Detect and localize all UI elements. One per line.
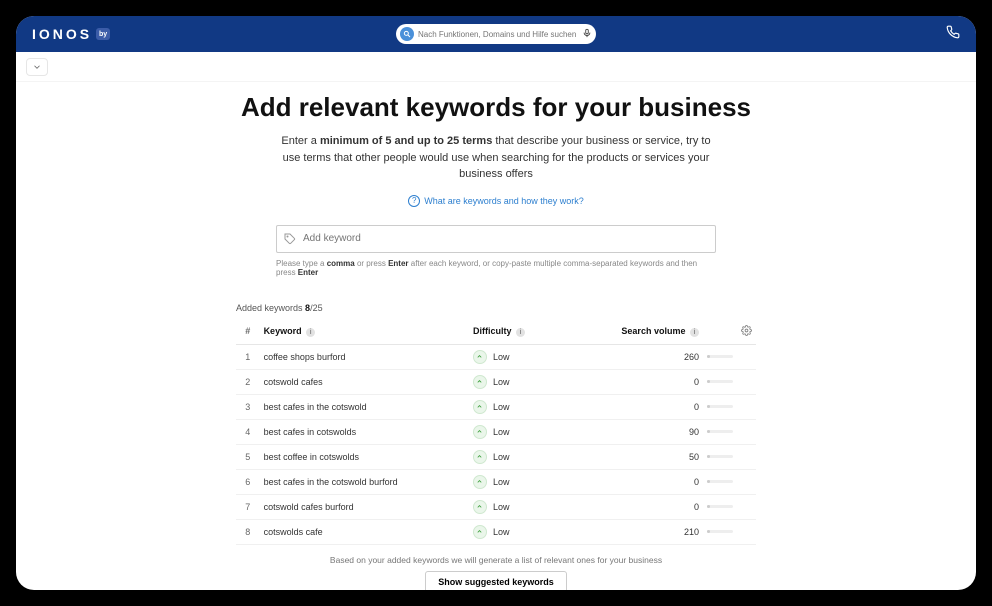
keywords-table-section: Added keywords 8/25 # Keyword i Difficul… <box>236 303 756 591</box>
row-number: 7 <box>236 494 260 519</box>
table-row[interactable]: 7cotswold cafes burfordLow0 <box>236 494 756 519</box>
row-difficulty: Low <box>469 419 586 444</box>
col-header-difficulty[interactable]: Difficulty i <box>469 319 586 345</box>
row-keyword: best cafes in the cotswold burford <box>260 469 469 494</box>
row-difficulty: Low <box>469 369 586 394</box>
app-frame: IONOS by Add relevant keywords for your … <box>16 16 976 590</box>
row-volume: 0 <box>586 369 703 394</box>
table-row[interactable]: 5best coffee in cotswoldsLow50 <box>236 444 756 469</box>
row-keyword: cotswolds cafe <box>260 519 469 544</box>
difficulty-low-icon <box>473 375 487 389</box>
row-keyword: coffee shops burford <box>260 344 469 369</box>
row-volume: 50 <box>586 444 703 469</box>
row-difficulty: Low <box>469 394 586 419</box>
question-icon: ? <box>408 195 420 207</box>
row-number: 6 <box>236 469 260 494</box>
row-number: 3 <box>236 394 260 419</box>
col-header-keyword[interactable]: Keyword i <box>260 319 469 345</box>
row-keyword: cotswold cafes burford <box>260 494 469 519</box>
info-icon[interactable]: i <box>306 328 315 337</box>
row-volume: 0 <box>586 469 703 494</box>
top-bar: IONOS by <box>16 16 976 52</box>
toolbar-expand-button[interactable] <box>26 58 48 76</box>
row-keyword: best coffee in cotswolds <box>260 444 469 469</box>
row-volume-bar <box>703 494 737 519</box>
row-volume-bar <box>703 394 737 419</box>
search-input[interactable] <box>418 30 578 39</box>
difficulty-low-icon <box>473 475 487 489</box>
row-volume: 210 <box>586 519 703 544</box>
table-row[interactable]: 6best cafes in the cotswold burfordLow0 <box>236 469 756 494</box>
suggest-hint: Based on your added keywords we will gen… <box>236 555 756 565</box>
difficulty-low-icon <box>473 400 487 414</box>
info-icon[interactable]: i <box>690 328 699 337</box>
keyword-input[interactable] <box>276 225 716 253</box>
row-number: 1 <box>236 344 260 369</box>
row-difficulty: Low <box>469 344 586 369</box>
row-volume-bar <box>703 369 737 394</box>
table-settings-icon[interactable] <box>741 325 752 336</box>
table-row[interactable]: 4best cafes in cotswoldsLow90 <box>236 419 756 444</box>
page-subtitle: Enter a minimum of 5 and up to 25 terms … <box>276 133 716 183</box>
page-content: Add relevant keywords for your business … <box>16 82 976 590</box>
row-volume-bar <box>703 519 737 544</box>
row-volume-bar <box>703 419 737 444</box>
row-number: 4 <box>236 419 260 444</box>
brand-tag: by <box>96 28 110 40</box>
sub-toolbar <box>16 52 976 82</box>
col-header-number[interactable]: # <box>236 319 260 345</box>
keywords-table: # Keyword i Difficulty i Search volume i… <box>236 319 756 545</box>
chevron-down-icon <box>32 62 42 72</box>
difficulty-low-icon <box>473 525 487 539</box>
row-difficulty: Low <box>469 469 586 494</box>
mic-icon[interactable] <box>582 25 592 43</box>
difficulty-low-icon <box>473 425 487 439</box>
difficulty-low-icon <box>473 450 487 464</box>
show-suggested-button[interactable]: Show suggested keywords <box>425 571 567 591</box>
input-help-text: Please type a comma or press Enter after… <box>276 259 716 277</box>
row-volume: 260 <box>586 344 703 369</box>
table-row[interactable]: 1coffee shops burfordLow260 <box>236 344 756 369</box>
info-icon[interactable]: i <box>516 328 525 337</box>
brand-text: IONOS <box>32 26 92 42</box>
table-row[interactable]: 3best cafes in the cotswoldLow0 <box>236 394 756 419</box>
added-keywords-count: Added keywords 8/25 <box>236 303 756 313</box>
difficulty-low-icon <box>473 500 487 514</box>
row-volume-bar <box>703 469 737 494</box>
row-volume-bar <box>703 444 737 469</box>
search-icon <box>400 27 414 41</box>
tag-icon <box>284 233 296 245</box>
row-number: 2 <box>236 369 260 394</box>
row-keyword: best cafes in the cotswold <box>260 394 469 419</box>
row-volume: 0 <box>586 494 703 519</box>
row-keyword: best cafes in cotswolds <box>260 419 469 444</box>
row-difficulty: Low <box>469 519 586 544</box>
row-difficulty: Low <box>469 444 586 469</box>
help-link-text: What are keywords and how they work? <box>424 196 584 206</box>
global-search[interactable] <box>396 24 596 44</box>
page-title: Add relevant keywords for your business <box>186 92 806 123</box>
help-link[interactable]: ? What are keywords and how they work? <box>186 195 806 207</box>
brand-logo: IONOS by <box>32 26 110 42</box>
row-volume-bar <box>703 344 737 369</box>
table-row[interactable]: 8cotswolds cafeLow210 <box>236 519 756 544</box>
phone-icon[interactable] <box>946 25 960 44</box>
row-keyword: cotswold cafes <box>260 369 469 394</box>
col-header-volume[interactable]: Search volume i <box>586 319 703 345</box>
difficulty-low-icon <box>473 350 487 364</box>
row-number: 8 <box>236 519 260 544</box>
row-difficulty: Low <box>469 494 586 519</box>
row-volume: 90 <box>586 419 703 444</box>
keyword-input-wrap <box>276 225 716 253</box>
row-number: 5 <box>236 444 260 469</box>
row-volume: 0 <box>586 394 703 419</box>
table-row[interactable]: 2cotswold cafesLow0 <box>236 369 756 394</box>
